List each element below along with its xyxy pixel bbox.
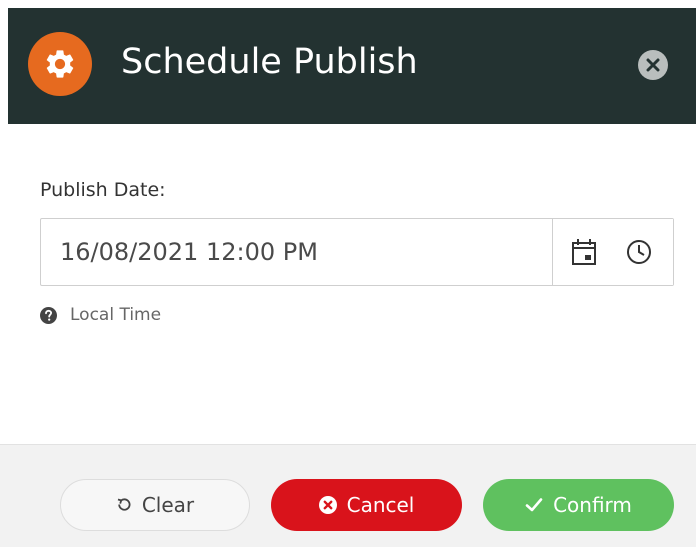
times-circle-icon — [318, 496, 337, 514]
publish-date-input[interactable] — [41, 219, 551, 285]
undo-icon — [117, 498, 131, 511]
check-icon — [525, 498, 543, 512]
timezone-hint: Local Time — [40, 302, 161, 328]
time-button[interactable] — [623, 236, 655, 268]
timezone-hint-text: Local Time — [70, 305, 162, 325]
cancel-label: Cancel — [346, 493, 415, 517]
publish-date-field — [40, 218, 674, 286]
close-button[interactable] — [638, 50, 668, 80]
dialog-footer: Clear Cancel Confirm — [0, 444, 696, 547]
date-picker-addon — [552, 219, 673, 285]
confirm-button[interactable]: Confirm — [483, 479, 674, 531]
question-circle-icon — [40, 306, 57, 324]
clock-icon — [627, 240, 651, 264]
dialog-header: Schedule Publish — [8, 8, 696, 124]
calendar-button[interactable] — [568, 236, 600, 268]
confirm-label: Confirm — [553, 493, 632, 517]
publish-date-label: Publish Date: — [40, 179, 166, 201]
calendar-icon — [572, 239, 596, 265]
cancel-button[interactable]: Cancel — [271, 479, 462, 531]
clear-button[interactable]: Clear — [60, 479, 250, 531]
gear-icon — [28, 32, 92, 96]
dialog-title: Schedule Publish — [121, 42, 418, 82]
clear-label: Clear — [141, 493, 195, 517]
dialog-body: Publish Date: 16/08/2021 12:00 PM Local … — [0, 124, 696, 444]
schedule-publish-dialog: Schedule Publish Publish Date: 16/08/202… — [0, 0, 696, 547]
close-icon — [646, 58, 660, 72]
